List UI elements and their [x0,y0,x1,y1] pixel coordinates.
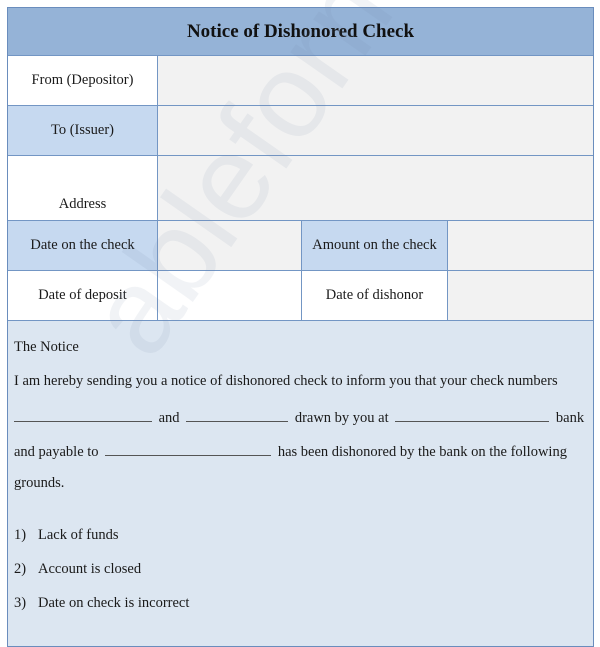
notice-line-3: and payable to has been dishonored by th… [14,441,567,461]
row-from: From (Depositor) [8,56,593,106]
amount-field[interactable] [448,221,593,270]
from-field[interactable] [158,56,593,105]
dishonored-text: has been dishonored by the bank on the f… [277,444,567,460]
drawn-text: drawn by you at [294,410,389,426]
bank-name-blank[interactable] [395,407,550,422]
payee-blank[interactable] [105,441,272,456]
row-to: To (Issuer) [8,106,593,156]
ground-number: 2) [14,561,27,577]
date-on-check-label: Date on the check [8,221,158,270]
and-text: and [158,410,180,426]
ground-number: 1) [14,527,27,543]
ground-item: 3) Date on check is incorrect [14,595,189,612]
address-field[interactable] [158,156,593,220]
dishonored-check-form: Notice of Dishonored Check From (Deposit… [7,7,594,647]
check-number-2-blank[interactable] [186,407,289,422]
date-of-dishonor-field[interactable] [448,271,593,320]
form-header: Notice of Dishonored Check [8,8,593,56]
row-deposit-dishonor: Date of deposit Date of dishonor [8,271,593,321]
from-label: From (Depositor) [8,56,158,105]
row-date-amount: Date on the check Amount on the check [8,221,593,271]
date-of-deposit-field[interactable] [158,271,302,320]
form-title: Notice of Dishonored Check [186,20,415,42]
ground-text: Account is closed [38,561,142,577]
payable-text: and payable to [14,444,99,460]
to-label: To (Issuer) [8,106,158,155]
notice-heading: The Notice [14,339,79,355]
row-address: Address [8,156,593,221]
date-of-dishonor-label: Date of dishonor [302,271,448,320]
ground-text: Date on check is incorrect [38,595,190,611]
ground-item: 2) Account is closed [14,561,141,578]
address-label: Address [8,156,158,220]
date-of-deposit-label: Date of deposit [8,271,158,320]
check-number-1-blank[interactable] [14,407,152,422]
notice-line-1: I am hereby sending you a notice of dish… [14,373,558,389]
ground-text: Lack of funds [38,527,119,543]
to-field[interactable] [158,106,593,155]
ground-number: 3) [14,595,27,611]
notice-line-2: and drawn by you at bank [14,407,584,427]
amount-label: Amount on the check [302,221,448,270]
bank-text: bank [555,410,585,426]
date-on-check-field[interactable] [158,221,302,270]
ground-item: 1) Lack of funds [14,527,119,544]
notice-line-4: grounds. [14,475,65,491]
